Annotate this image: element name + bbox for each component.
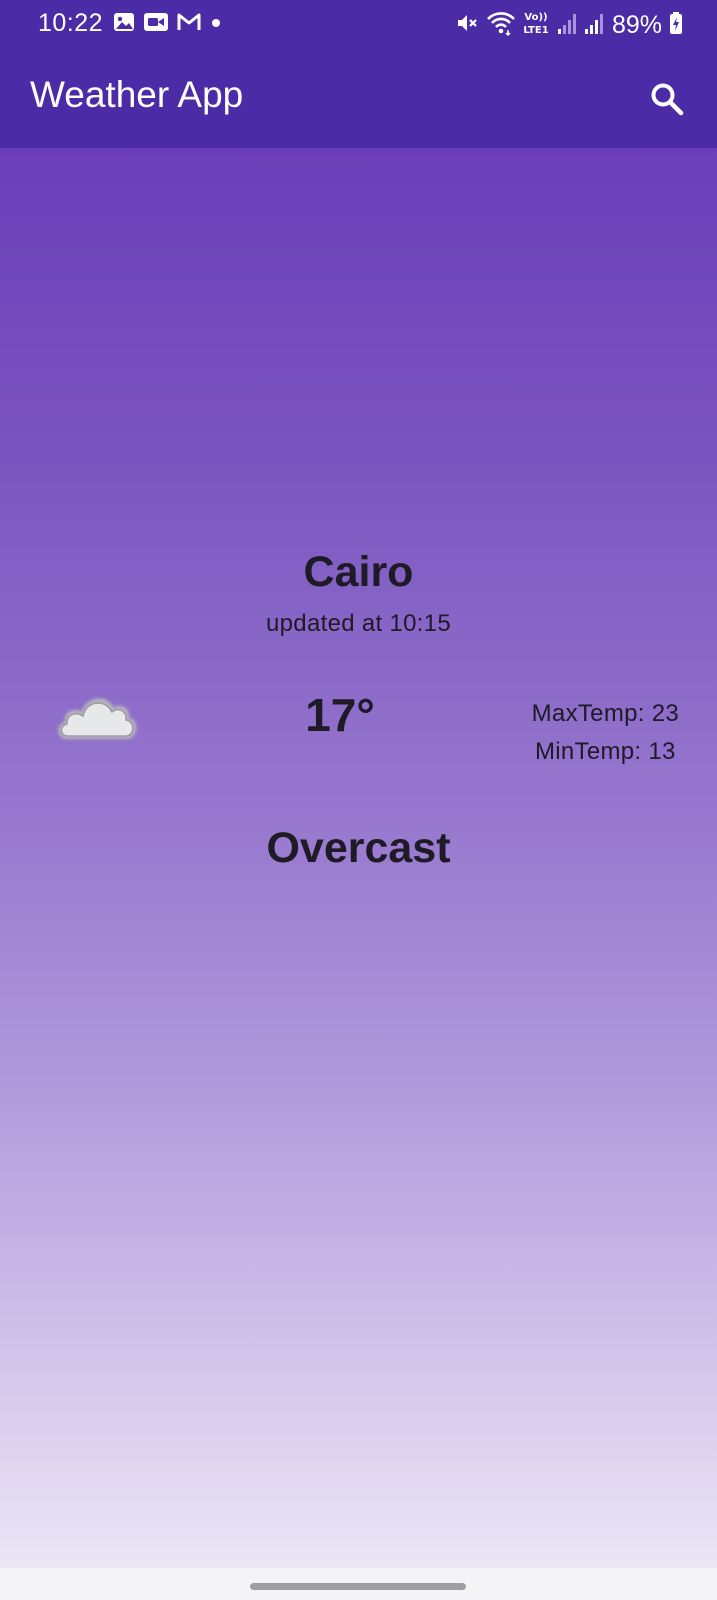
volte-icon: Vo)) LTE1 [523, 9, 549, 42]
weather-app-screen: 10:22 Vo)) LTE1 89% Weather App Cairo up… [0, 0, 717, 1600]
wifi-icon [486, 10, 516, 41]
status-bar: 10:22 Vo)) LTE1 89% [0, 0, 717, 50]
current-temperature: 17° [305, 689, 375, 741]
svg-text:Vo)): Vo)) [524, 12, 547, 23]
status-time: 10:22 [38, 9, 104, 37]
home-indicator[interactable] [250, 1583, 466, 1590]
updated-time: updated at 10:15 [266, 610, 451, 637]
city-name: Cairo [303, 548, 414, 596]
image-icon [113, 12, 135, 37]
gmail-icon [177, 12, 201, 37]
signal-icon [556, 11, 576, 40]
mute-icon [455, 11, 479, 40]
app-bar: Weather App [0, 50, 717, 149]
app-title: Weather App [30, 74, 244, 115]
search-button[interactable] [645, 77, 689, 121]
cloud-icon [53, 685, 139, 747]
signal-icon [583, 11, 603, 40]
dot-icon [209, 12, 223, 37]
battery-charging-icon [669, 11, 683, 40]
notification-icons [113, 12, 223, 36]
max-temp: MaxTemp: 23 [531, 700, 679, 727]
temperature-range: MaxTemp: 23 MinTemp: 13 [532, 695, 679, 771]
system-status-icons: Vo)) LTE1 89% [455, 8, 683, 42]
min-temp: MinTemp: 13 [534, 738, 676, 765]
navigation-bar [0, 1568, 717, 1600]
video-camera-icon [143, 12, 169, 37]
battery-percentage: 89% [611, 10, 662, 39]
weather-condition: Overcast [266, 824, 451, 872]
svg-text:LTE1: LTE1 [523, 25, 548, 36]
search-icon [651, 83, 684, 116]
